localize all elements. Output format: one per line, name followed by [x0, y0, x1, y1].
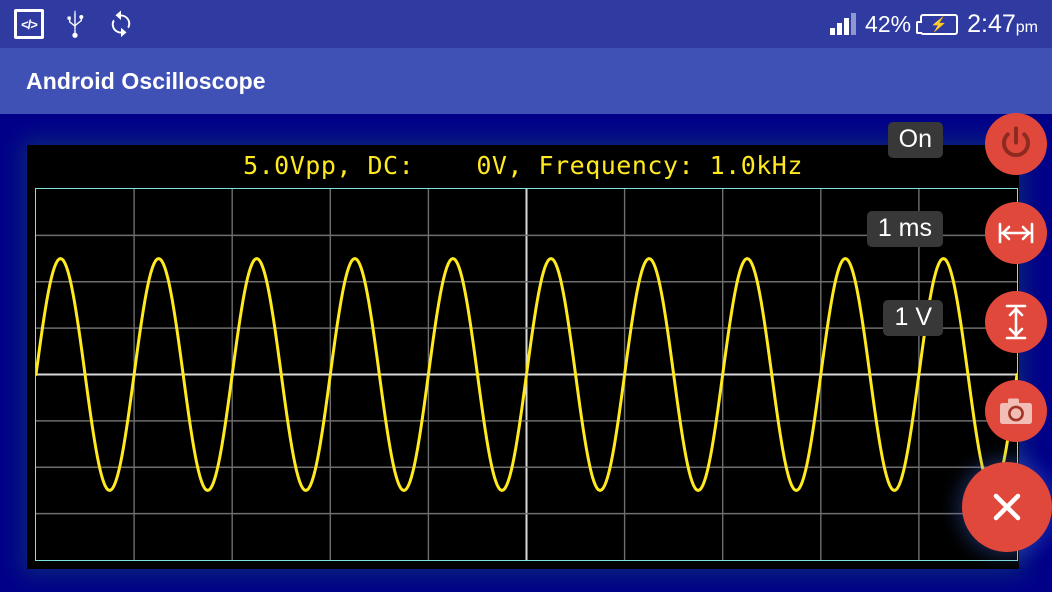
status-bar-left-icons: </>: [14, 9, 136, 39]
oscilloscope-panel: 5.0Vpp, DC: 0V, Frequency: 1.0kHz On 1 m…: [0, 113, 1052, 592]
signal-strength-icon: [830, 13, 857, 35]
power-button[interactable]: [985, 113, 1047, 175]
scope-readout-label: 5.0Vpp, DC: 0V, Frequency: 1.0kHz: [243, 151, 803, 180]
camera-icon: [998, 396, 1034, 426]
power-state-chip: On: [887, 122, 943, 159]
sync-icon: [106, 9, 136, 39]
usb-icon: [60, 9, 90, 39]
timebase-chip: 1 ms: [866, 211, 943, 248]
adb-icon: </>: [14, 9, 44, 39]
voltscale-chip: 1 V: [883, 300, 943, 337]
screenshot-button[interactable]: [985, 380, 1047, 442]
status-bar-right-icons: 42% ⚡ 2:47pm: [830, 10, 1038, 39]
app-bar: Android Oscilloscope: [0, 48, 1052, 114]
close-x-icon: [990, 490, 1024, 524]
status-bar: </> 42% ⚡ 2:47pm: [0, 0, 1052, 48]
timebase-button[interactable]: [985, 202, 1047, 264]
clock-label: 2:47pm: [967, 10, 1038, 39]
clock-ampm: pm: [1015, 18, 1038, 36]
page-title: Android Oscilloscope: [26, 67, 266, 94]
battery-charging-icon: ⚡: [916, 13, 959, 35]
battery-percent-label: 42%: [865, 10, 912, 37]
vertical-arrow-icon: [1001, 303, 1031, 341]
horizontal-arrow-icon: [997, 218, 1035, 248]
voltscale-button[interactable]: [985, 291, 1047, 353]
oscilloscope-app-window: </> 42% ⚡ 2:47pm Android Oscilloscope 5.…: [0, 0, 1052, 592]
scope-screen[interactable]: 5.0Vpp, DC: 0V, Frequency: 1.0kHz: [27, 145, 1019, 569]
power-icon: [996, 124, 1036, 164]
close-button[interactable]: [962, 462, 1052, 552]
clock-time: 2:47: [967, 9, 1016, 38]
